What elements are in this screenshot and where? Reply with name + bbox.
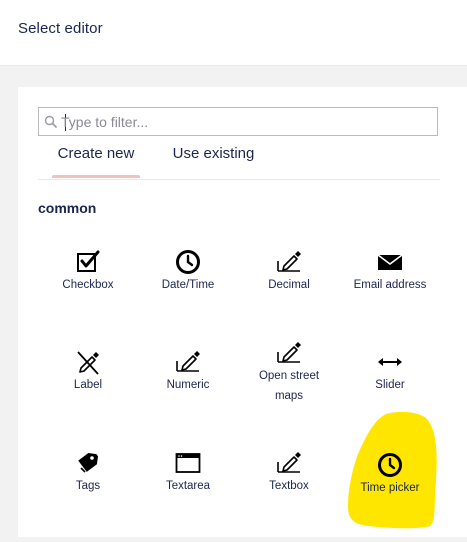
editor-picker-panel: Create new Use existing common Checkbox … [18, 87, 467, 537]
editor-open-street-maps[interactable]: Open street maps [239, 340, 339, 430]
pen-crossed-icon [77, 351, 99, 375]
tab-create-new[interactable]: Create new [52, 145, 140, 179]
dialog-title: Select editor [18, 20, 103, 37]
pen-icon [176, 351, 200, 372]
pen-icon [277, 452, 301, 473]
editor-label: Label [73, 379, 103, 391]
editor-label: Textarea [165, 480, 211, 492]
editor-label: Email address [353, 279, 427, 291]
editor-tags[interactable]: Tags [38, 450, 138, 540]
tab-create-new-label: Create new [57, 145, 135, 162]
editor-label: Checkbox [62, 279, 114, 291]
editor-slider[interactable]: Slider [340, 349, 440, 439]
section-title: common [38, 200, 97, 216]
clock-icon [176, 250, 200, 274]
checkbox-icon [77, 250, 100, 272]
editor-decimal[interactable]: Decimal [239, 249, 339, 339]
pen-icon [277, 251, 301, 272]
header-divider [0, 65, 467, 66]
tab-use-existing-label: Use existing [172, 145, 255, 162]
editor-label: Textbox [269, 480, 309, 492]
editor-label: Date/Time [161, 279, 215, 291]
editor-label: Time picker [360, 482, 420, 494]
active-tab-indicator [52, 175, 140, 178]
envelope-icon [377, 254, 403, 270]
search-icon [44, 115, 58, 129]
window-icon [175, 453, 201, 473]
clock-icon [378, 453, 402, 477]
pen-icon [277, 342, 301, 363]
editor-time-picker[interactable]: Time picker [340, 452, 440, 542]
tab-use-existing[interactable]: Use existing [168, 145, 259, 179]
editor-date-time[interactable]: Date/Time [138, 249, 238, 339]
filter-input[interactable] [61, 110, 431, 133]
editor-textbox[interactable]: Textbox [239, 450, 339, 540]
editor-textarea[interactable]: Textarea [138, 450, 238, 540]
editor-email-address[interactable]: Email address [340, 249, 440, 339]
editor-label: Numeric [166, 379, 210, 391]
editor-label: Open street maps [258, 370, 320, 402]
editor-checkbox[interactable]: Checkbox [38, 249, 138, 339]
editor-label: Slider [375, 379, 405, 391]
editor-label-type[interactable]: Label [38, 349, 138, 439]
editor-label: Tags [75, 480, 101, 492]
editor-label: Decimal [268, 279, 310, 291]
filter-box[interactable] [38, 107, 438, 136]
tab-bar: Create new Use existing [38, 145, 440, 180]
arrows-horizontal-icon [378, 358, 402, 366]
editor-numeric[interactable]: Numeric [138, 349, 238, 439]
tag-icon [78, 452, 99, 473]
dialog-header: Select editor [0, 0, 467, 65]
